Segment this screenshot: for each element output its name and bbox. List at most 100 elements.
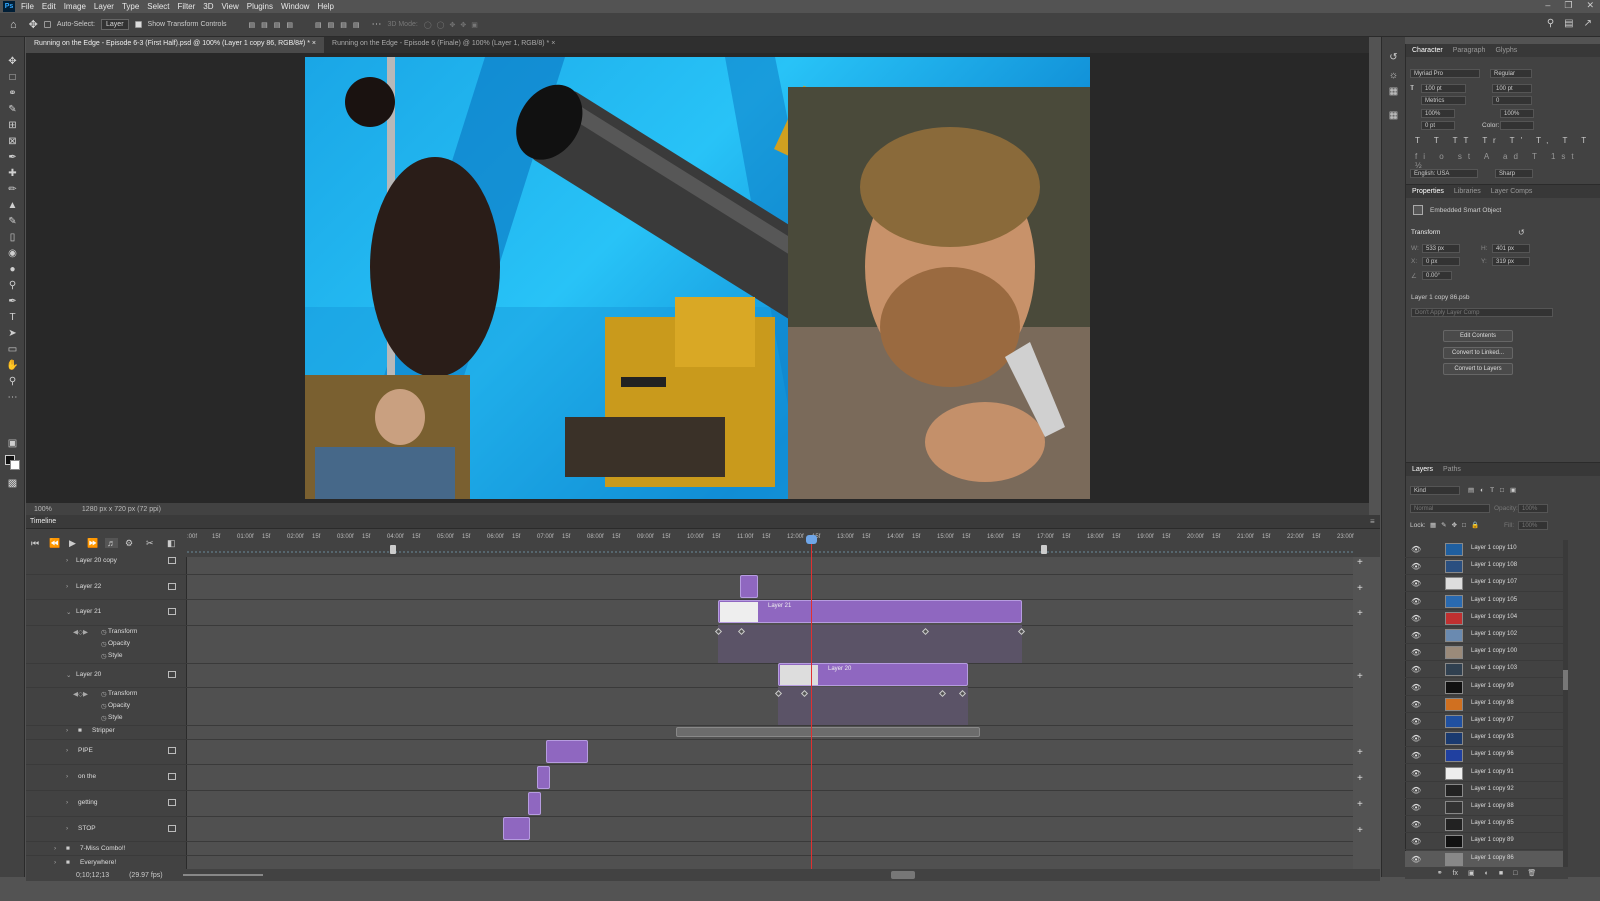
visibility-eye-icon[interactable]: 👁	[1411, 820, 1421, 829]
tab-glyphs[interactable]: Glyphs	[1495, 47, 1517, 54]
healing-tool-icon[interactable]: ✚	[6, 167, 19, 180]
restore-icon[interactable]: ❐	[1564, 0, 1572, 11]
close-icon[interactable]: ×	[312, 40, 316, 47]
first-frame-icon[interactable]: ⏮	[31, 538, 39, 549]
film-icon[interactable]	[168, 671, 176, 678]
visibility-eye-icon[interactable]: 👁	[1411, 579, 1421, 588]
tab-paths[interactable]: Paths	[1443, 466, 1461, 473]
clip-layer-22[interactable]	[740, 575, 758, 598]
add-media-button[interactable]: +	[1357, 671, 1363, 682]
blend-mode-select[interactable]: Normal	[1410, 504, 1490, 513]
menu-window[interactable]: Window	[281, 2, 309, 11]
lock-icons[interactable]: ▦✎✥□🔒	[1430, 521, 1484, 529]
add-media-button[interactable]: +	[1357, 773, 1363, 784]
layer-row[interactable]: 👁 Layer 1 copy 107	[1405, 575, 1568, 593]
move-tool-icon[interactable]: ✥	[6, 55, 19, 68]
frame-tool-icon[interactable]: ⊠	[6, 135, 19, 148]
film-icon[interactable]	[168, 557, 176, 564]
clip-getting[interactable]	[528, 792, 541, 815]
edit-contents-button[interactable]: Edit Contents	[1443, 330, 1513, 342]
tab-layer-comps[interactable]: Layer Comps	[1491, 188, 1533, 195]
layer-row[interactable]: 👁 Layer 1 copy 93	[1405, 730, 1568, 748]
trash-icon[interactable]: 🗑	[1527, 869, 1536, 877]
add-media-button[interactable]: +	[1357, 557, 1363, 568]
close-icon[interactable]: ✕	[1586, 0, 1594, 11]
add-media-button[interactable]: +	[1357, 608, 1363, 619]
filter-kind-select[interactable]: Kind	[1410, 486, 1460, 495]
align-icons[interactable]: ▤▤▤▤	[249, 21, 299, 29]
horizontal-scale-field[interactable]: 100%	[1500, 109, 1534, 118]
opacity-field[interactable]: 100%	[1518, 504, 1548, 513]
timeline-ruler[interactable]: :00f 15f 01:00f 15f 02:00f 15f 03:00f 15f 04:00f…	[187, 531, 1354, 553]
stopwatch-icon[interactable]: ◷	[101, 714, 107, 722]
quick-mask-icon[interactable]: ▣	[6, 437, 19, 450]
more-icon[interactable]: ⋯	[371, 19, 381, 30]
font-style-field[interactable]: Regular	[1490, 69, 1532, 78]
convert-to-layers-button[interactable]: Convert to Layers	[1443, 363, 1513, 375]
vertical-scale-field[interactable]: 100%	[1421, 109, 1455, 118]
play-icon[interactable]: ▶	[69, 538, 76, 549]
audio-icon[interactable]: ♬	[105, 538, 118, 548]
add-media-button[interactable]: +	[1357, 583, 1363, 594]
filter-icons[interactable]: ▤◐T□▣	[1468, 486, 1522, 494]
font-family-field[interactable]: Myriad Pro	[1410, 69, 1480, 78]
brush-tool-icon[interactable]: ✏	[6, 183, 19, 196]
layer-row[interactable]: 👁 Layer 1 copy 102	[1405, 627, 1568, 644]
quick-select-tool-icon[interactable]: ✎	[6, 103, 19, 116]
visibility-eye-icon[interactable]: 👁	[1411, 803, 1421, 812]
transition-icon[interactable]: ◧	[167, 538, 176, 549]
3d-tools-icons[interactable]: ◯◯✥✥▣	[424, 21, 483, 29]
background-color-swatch[interactable]	[10, 460, 20, 470]
show-transform-checkbox[interactable]	[134, 21, 142, 28]
path-select-icon[interactable]: ➤	[6, 327, 19, 340]
layer-row[interactable]: 👁 Layer 1 copy 85	[1405, 816, 1568, 834]
y-field[interactable]: 319 px	[1492, 257, 1530, 266]
pen-tool-icon[interactable]: ✒	[6, 295, 19, 308]
visibility-eye-icon[interactable]: 👁	[1411, 665, 1421, 674]
fill-field[interactable]: 100%	[1518, 521, 1548, 530]
film-icon[interactable]	[168, 773, 176, 780]
document-canvas[interactable]	[305, 57, 1090, 499]
fx-icon[interactable]: fx	[1453, 870, 1458, 877]
visibility-eye-icon[interactable]: 👁	[1411, 648, 1421, 657]
menu-select[interactable]: Select	[147, 2, 169, 11]
tab-layers[interactable]: Layers	[1412, 466, 1433, 473]
adjustment-icon[interactable]: ◐	[1485, 870, 1489, 877]
link-icon[interactable]: ⚭	[1437, 869, 1443, 877]
menu-image[interactable]: Image	[64, 2, 86, 11]
layers-scrollbar-thumb[interactable]	[1563, 670, 1568, 690]
x-field[interactable]: 0 px	[1422, 257, 1460, 266]
font-size-field[interactable]: 100 pt	[1421, 84, 1466, 93]
menu-file[interactable]: File	[21, 2, 34, 11]
home-icon[interactable]: ⌂	[10, 19, 17, 31]
crop-tool-icon[interactable]: ⊞	[6, 119, 19, 132]
opentype-buttons[interactable]: fi o st A ad T 1st ½	[1415, 152, 1600, 170]
current-timecode[interactable]: 0;10;12;13	[76, 872, 109, 879]
film-icon[interactable]	[168, 825, 176, 832]
group-icon[interactable]: ■	[1499, 870, 1503, 877]
antialias-field[interactable]: Sharp	[1495, 169, 1533, 178]
layer-row[interactable]: 👁 Layer 1 copy 103	[1405, 661, 1568, 679]
eyedropper-tool-icon[interactable]: ✒	[6, 151, 19, 164]
timeline-scrollbar-thumb[interactable]	[891, 871, 915, 879]
history-brush-icon[interactable]: ✎	[6, 215, 19, 228]
table-icon[interactable]: ▦	[1387, 85, 1400, 98]
auto-select-checkbox[interactable]	[43, 21, 51, 28]
language-field[interactable]: English: USA	[1410, 169, 1478, 178]
reset-transform-icon[interactable]: ↺	[1518, 228, 1525, 237]
clip-layer-21[interactable]	[718, 600, 1022, 623]
menu-3d[interactable]: 3D	[203, 2, 213, 11]
angle-field[interactable]: 0.00°	[1422, 271, 1452, 280]
visibility-eye-icon[interactable]: 👁	[1411, 631, 1421, 640]
screen-mode-icon[interactable]: ▩	[6, 477, 19, 490]
stopwatch-icon[interactable]: ◷	[101, 690, 107, 698]
stopwatch-icon[interactable]: ◷	[101, 652, 107, 660]
layer-row[interactable]: 👁 Layer 1 copy 86	[1405, 850, 1568, 868]
new-layer-icon[interactable]: □	[1513, 870, 1517, 877]
menu-view[interactable]: View	[222, 2, 239, 11]
clip-stop[interactable]	[503, 817, 530, 840]
visibility-eye-icon[interactable]: 👁	[1411, 700, 1421, 709]
eraser-tool-icon[interactable]: ▯	[6, 231, 19, 244]
visibility-eye-icon[interactable]: 👁	[1411, 614, 1421, 623]
prev-frame-icon[interactable]: ⏪	[49, 538, 60, 549]
